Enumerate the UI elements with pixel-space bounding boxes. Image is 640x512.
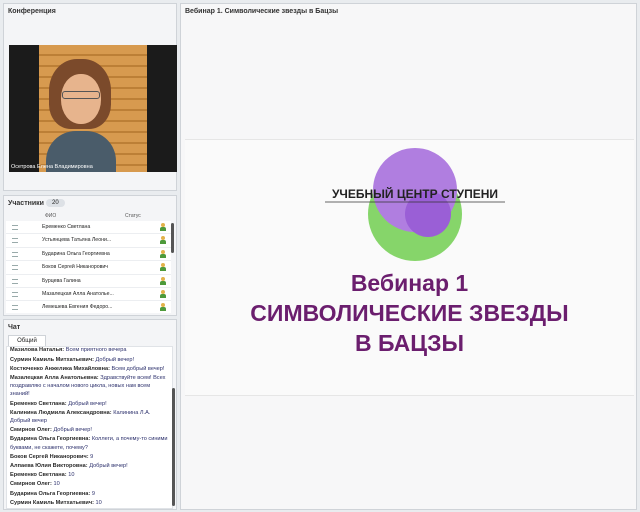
chat-message: Смирнов Олег: Добрый вечер! [10,426,169,434]
chat-title: Чат [8,324,21,331]
chat-message-author: Смирнов Олег: [10,427,52,434]
chat-message: Алпаева Юлия Викторовна: Добрый вечер! [10,462,169,470]
drag-handle-icon[interactable] [12,265,18,271]
webinar-panel: Вебинар 1. Символические звезды в Бацзы … [180,3,637,510]
chat-message-author: Смирнов Олег: [10,481,52,488]
drag-handle-icon[interactable] [12,225,18,230]
chat-message: Бударина Ольга Георгиевна: Коллеги, а по… [10,435,169,451]
chat-message: Боков Сергей Никанорович: 9 [10,453,169,461]
participants-count-badge: 20 [46,199,65,207]
participants-list: Еременко Светлана Устьянцева Татьяна Леон… [6,221,171,313]
chat-message: Еременко Светлана: 10 [10,471,169,479]
chat-message-author: Сурмин Камиль Митхатьевич: [10,356,94,363]
participant-row[interactable]: Лемешева Евгения Федоро... [6,301,171,313]
participant-row[interactable]: Бударина Ольга Георгиевна [6,248,171,262]
chat-message-author: Боков Сергей Никанорович: [10,453,89,460]
participant-name: Лемешева Евгения Федоро... [42,304,113,311]
chat-message-author: Бударина Ольга Георгиевна: [10,436,91,443]
participants-panel: Участники 20 ФИО Статус Еременко Светлан… [3,195,177,316]
participant-row[interactable]: Мазалецкая Алла Анатолье... [6,288,171,302]
participant-name: Бурцева Галина [42,277,81,284]
slide-line-2: СИМВОЛИЧЕСКИЕ ЗВЕЗДЫ [250,300,569,326]
chat-messages: Мазилова Наталья: Всем приятного вечера С… [10,347,169,508]
participant-row[interactable]: Устьянцева Татьяна Леони... [6,234,171,248]
user-status-icon [160,223,166,231]
logo-text: УЧЕБНЫЙ ЦЕНТР СТУПЕНИ [332,186,498,201]
chat-message-text: Всем приятного вечера [65,347,127,354]
speaker-face [61,74,101,124]
user-status-icon [160,236,166,245]
chat-message: Калинина Людмила Александровна: Калинина… [10,409,169,425]
webinar-title: Вебинар 1. Символические звезды в Бацзы [185,8,339,15]
chat-message-author: Костюченко Анжелика Михайловна: [10,365,110,372]
school-logo: УЧЕБНЫЙ ЦЕНТР СТУПЕНИ [325,148,505,261]
chat-message-text: 10 [68,472,75,479]
chat-log: Мазилова Наталья: Всем приятного вечера С… [6,346,173,509]
participant-name: Мазалецкая Алла Анатолье... [42,290,114,297]
chat-message-author: Алпаева Юлия Викторовна: [10,462,88,469]
chat-message-text: Всем добрый вечер! [111,365,165,372]
chat-message-text: 9 [90,453,94,460]
drag-handle-icon[interactable] [12,291,18,297]
participants-scrollbar[interactable] [171,223,174,253]
chat-message-author: Еременко Светлана: [10,472,67,479]
drag-handle-icon[interactable] [12,251,18,257]
participant-name: Устьянцева Татьяна Леони... [42,237,112,244]
slide-line-3: В БАЦЗЫ [355,330,464,356]
chat-message: Мазалецкая Алла Анатольевна: Здравствуйт… [10,374,169,399]
user-status-icon [160,303,166,312]
chat-message-author: Сурмин Камиль Митхатьевич: [10,499,94,506]
user-status-icon [160,263,166,272]
chat-message-author: Еременко Светлана: [10,400,67,407]
participant-name: Бударина Ольга Георгиевна [42,250,110,257]
chat-message-author: Мазилова Наталья: [10,347,65,354]
participants-title: Участники [8,200,44,207]
chat-message-author: Мазалецкая Алла Анатольевна: [10,374,99,381]
user-status-icon [160,249,166,258]
conference-title: Конференция [8,8,56,15]
column-header-fio[interactable]: ФИО [45,213,56,219]
participant-row[interactable]: Бурцева Галина [6,275,171,288]
slide-line-1: Вебинар 1 [350,270,469,296]
participant-row[interactable]: Еременко Светлана [6,221,171,235]
chat-message-text: Добрый вечер! [68,400,107,407]
chat-scrollbar[interactable] [172,388,175,506]
participant-name: Еременко Светлана [42,224,91,230]
conference-panel: Конференция Осетрова Елена Владимировна [3,3,177,191]
chat-message-author: Бударина Ольга Георгиевна: [10,490,91,497]
chat-message-text: 10 [53,481,60,488]
drag-handle-icon[interactable] [12,238,18,244]
chat-message: Сурмин Камиль Митхатьевич: 10 [10,499,169,507]
user-status-icon [160,289,166,298]
video-caption: Осетрова Елена Владимировна [11,164,93,170]
chat-message: Мазилова Наталья: Всем приятного вечера [10,347,169,355]
slide-heading: Вебинар 1 СИМВОЛИЧЕСКИЕ ЗВЕЗДЫ В БАЦЗЫ [185,268,634,358]
user-status-icon [160,276,166,285]
participant-name: Боков Сергей Никанорович [42,264,109,271]
chat-message-text: 9 [91,490,95,497]
chat-message-text: Добрый вечер! [89,462,128,469]
drag-handle-icon[interactable] [12,278,18,284]
chat-message: Смирнов Олег: 10 [10,480,169,488]
chat-message: Костюченко Анжелика Михайловна: Всем доб… [10,365,169,373]
chat-message-author: Калинина Людмила Александровна: [10,409,112,416]
chat-message: Бударина Ольга Георгиевна: 9 [10,490,169,498]
chat-message-text: Добрый вечер! [95,356,135,363]
chat-message: Еременко Светлана: Добрый вечер! [10,400,169,408]
chat-panel: Чат Общий Мазилова Наталья: Всем приятно… [3,319,177,510]
drag-handle-icon[interactable] [12,305,18,311]
participant-row[interactable]: Боков Сергей Никанорович [6,261,171,275]
speaker-glasses [62,91,100,99]
chat-message-text: Добрый вечер! [53,427,92,434]
chat-message-text: 10 [95,499,102,506]
column-header-status[interactable]: Статус [125,213,141,219]
presentation-slide: УЧЕБНЫЙ ЦЕНТР СТУПЕНИ Вебинар 1 СИМВОЛИЧ… [185,139,634,396]
chat-message: Сурмин Камиль Митхатьевич: Добрый вечер! [10,356,169,364]
video-feed[interactable]: Осетрова Елена Владимировна [9,45,177,172]
